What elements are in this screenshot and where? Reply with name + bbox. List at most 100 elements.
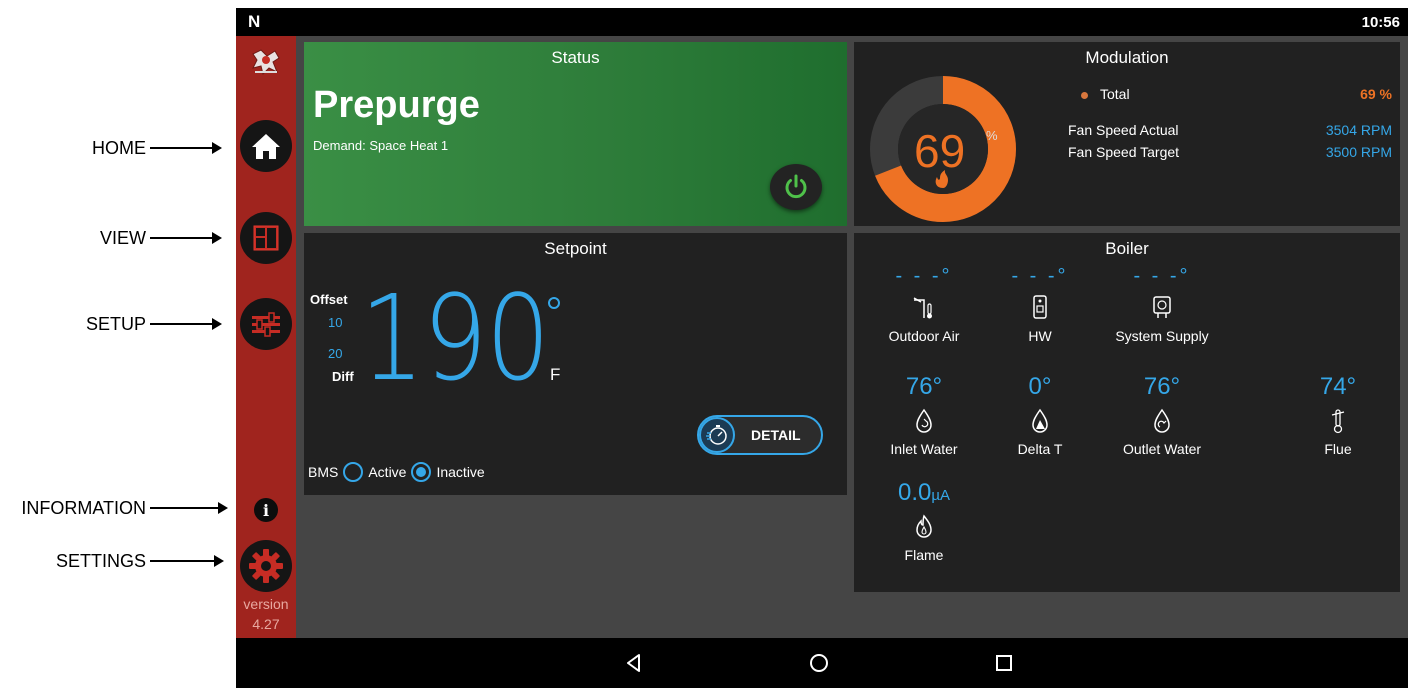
callout-setup-arrow [150, 318, 222, 330]
boiler-cell-flue[interactable]: 74° Flue [1278, 373, 1398, 457]
info-icon: i [262, 500, 270, 520]
outlet-water-icon [1154, 408, 1170, 433]
outlet-water-label: Outlet Water [1122, 441, 1202, 457]
boiler-cell-outlet-water[interactable]: 76° Outlet Water [1102, 373, 1222, 457]
modulation-title: Modulation [1085, 48, 1169, 67]
callout-view-label: VIEW [99, 227, 146, 248]
hw-value: - - -° [1011, 265, 1069, 287]
power-button[interactable] [770, 164, 822, 210]
home-circle-icon[interactable] [808, 652, 830, 674]
version-number: 4.27 [252, 616, 280, 632]
settings-button[interactable] [240, 540, 292, 592]
outdoor-air-icon [913, 297, 932, 319]
boiler-cell-system-supply[interactable]: - - -° System Supply [1102, 265, 1222, 344]
fan-target-value: 3500 RPM [1325, 144, 1392, 160]
total-value: 69 % [1360, 86, 1392, 102]
callout-home: HOME [0, 136, 222, 160]
system-supply-value: - - -° [1133, 265, 1191, 287]
boiler-cell-outdoor-air[interactable]: - - -° Outdoor Air [864, 265, 984, 344]
hot-water-icon [1033, 295, 1047, 319]
sidebar: i version 4.27 [236, 36, 296, 638]
boiler-title: Boiler [1105, 239, 1149, 258]
status-demand: Demand: Space Heat 1 [313, 138, 449, 153]
system-supply-icon [1153, 296, 1171, 318]
view-button[interactable] [240, 212, 292, 264]
detail-button[interactable]: DETAIL [697, 415, 823, 455]
setup-button[interactable] [240, 298, 292, 350]
setpoint-title: Setpoint [544, 239, 607, 258]
boiler-cell-inlet-water[interactable]: 76° Inlet Water [864, 373, 984, 457]
system-status-bar: N 10:56 [236, 8, 1408, 36]
recents-icon[interactable] [994, 652, 1014, 674]
callout-settings-arrow [150, 555, 224, 567]
setpoint-unit: F [550, 365, 561, 384]
callout-home-label: HOME [92, 137, 146, 158]
detail-label: DETAIL [751, 427, 801, 443]
notification-logo-icon: N [248, 12, 261, 31]
callout-setup-label: SETUP [85, 313, 146, 334]
boiler-cell-delta-t[interactable]: 0° Delta T [980, 373, 1100, 457]
flame-icon [916, 514, 932, 538]
hw-label: HW [1028, 328, 1052, 344]
modulation-panel: Modulation 69 % Total 69 % Fan Speed Act… [854, 42, 1400, 226]
flame-unit: µA [931, 487, 951, 504]
diff-label: Diff [332, 369, 354, 384]
flue-icon [1331, 409, 1345, 434]
power-icon [785, 174, 807, 199]
home-button[interactable] [240, 120, 292, 172]
callout-settings-label: SETTINGS [55, 550, 146, 571]
version-label: version [243, 596, 289, 612]
system-navigation-bar [236, 638, 1408, 688]
status-panel: Status Prepurge Demand: Space Heat 1 [304, 42, 847, 226]
delta-t-label: Delta T [1017, 441, 1063, 457]
view-icon [253, 225, 279, 251]
flue-value: 74° [1319, 373, 1357, 400]
callout-information: INFORMATION [0, 496, 228, 520]
delta-t-value: 0° [1028, 373, 1052, 400]
back-icon[interactable] [624, 652, 644, 674]
callout-information-arrow [150, 502, 228, 514]
system-supply-label: System Supply [1115, 328, 1209, 344]
inlet-water-value: 76° [905, 373, 943, 400]
bms-active-label[interactable]: Active [368, 464, 406, 480]
total-label: Total [1100, 86, 1130, 102]
inlet-water-icon [916, 408, 932, 433]
status-title: Status [551, 48, 600, 67]
gauge-unit: % [986, 128, 998, 143]
detail-timer-icon [699, 417, 735, 453]
callout-settings: SETTINGS [0, 549, 224, 573]
fan-actual-value: 3504 RPM [1325, 122, 1392, 138]
status-clock: 10:56 [1361, 14, 1400, 31]
bms-label: BMS [308, 464, 339, 480]
flame-label: Flame [904, 547, 944, 563]
total-legend-dot [1081, 91, 1088, 99]
outdoor-air-value: - - -° [895, 265, 953, 287]
flue-label: Flue [1324, 441, 1352, 457]
gear-icon [249, 549, 283, 583]
offset-value[interactable]: 10 [328, 315, 342, 330]
boiler-panel: Boiler - - -° Outdoor Air - - -° HW - - … [854, 233, 1400, 592]
degree-symbol [548, 297, 560, 309]
status-state: Prepurge [313, 84, 480, 126]
callout-view: VIEW [0, 226, 222, 250]
total-row: Total [1081, 86, 1130, 102]
setpoint-temperature[interactable]: 190 [360, 279, 550, 397]
screenshot-page: HOME VIEW SETUP INFORMATION SETTINGS N 1… [0, 0, 1408, 688]
bms-inactive-label[interactable]: Inactive [436, 464, 484, 480]
information-button[interactable]: i [254, 498, 278, 522]
delta-t-icon [1032, 408, 1048, 433]
fan-actual-label: Fan Speed Actual [1068, 122, 1179, 138]
diff-value[interactable]: 20 [328, 346, 342, 361]
bms-inactive-radio[interactable] [411, 462, 432, 482]
callout-information-label: INFORMATION [21, 497, 146, 518]
callout-home-arrow [150, 142, 222, 154]
bms-active-radio[interactable] [343, 462, 364, 482]
callout-setup: SETUP [0, 312, 222, 336]
device-screen: N 10:56 i version 4.27 Status Prepurge D… [236, 8, 1408, 688]
fan-target-label: Fan Speed Target [1068, 144, 1180, 160]
setpoint-panel: Setpoint Offset 10 20 Diff 190 F DETAIL … [304, 233, 847, 495]
inlet-water-label: Inlet Water [890, 441, 958, 457]
boiler-cell-hw[interactable]: - - -° HW [980, 265, 1100, 344]
boiler-cell-flame[interactable]: 0.0µA Flame [864, 479, 984, 563]
home-icon [252, 134, 280, 159]
